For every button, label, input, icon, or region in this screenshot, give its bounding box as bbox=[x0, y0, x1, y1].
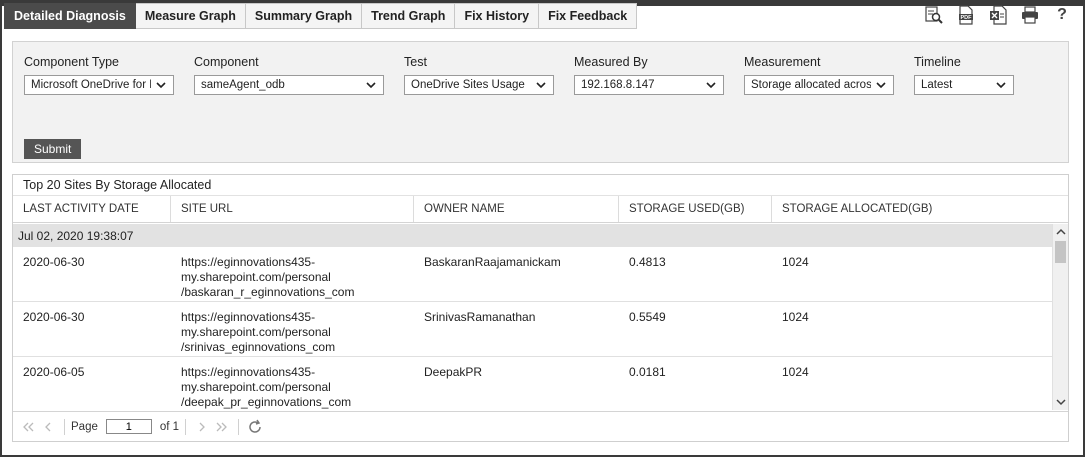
chevron-down-icon bbox=[706, 82, 716, 89]
page-count-label: of 1 bbox=[159, 420, 180, 433]
chevron-down-icon bbox=[536, 82, 546, 89]
cell-storage-allocated: 1024 bbox=[782, 255, 809, 269]
excel-export-icon[interactable] bbox=[987, 5, 1009, 25]
cell-storage-allocated: 1024 bbox=[782, 310, 809, 324]
cell-storage-used: 0.5549 bbox=[629, 310, 666, 324]
measurement-filter: Measurement Storage allocated acros bbox=[744, 54, 894, 95]
pager-separator bbox=[185, 418, 187, 435]
chevron-down-icon bbox=[996, 82, 1006, 89]
test-label: Test bbox=[404, 55, 427, 69]
table-row[interactable]: 2020-06-30 https://eginnovations435- my.… bbox=[13, 302, 1053, 357]
tab-detailed-diagnosis[interactable]: Detailed Diagnosis bbox=[4, 3, 136, 29]
help-icon[interactable]: ? bbox=[1051, 5, 1073, 25]
url-line: /deepak_pr_eginnovations_com bbox=[181, 395, 352, 409]
pagination-bar: Page of 1 bbox=[13, 411, 1068, 441]
timeline-select[interactable]: Latest bbox=[914, 75, 1014, 95]
measured-by-select[interactable]: 192.168.8.147 bbox=[574, 75, 724, 95]
component-filter: Component sameAgent_odb bbox=[194, 54, 384, 95]
table-row[interactable]: 2020-06-30 https://eginnovations435- my.… bbox=[13, 247, 1053, 302]
url-line: https://eginnovations435- bbox=[181, 365, 316, 379]
pdf-export-icon[interactable]: PDF bbox=[955, 5, 977, 25]
tab-measure-graph[interactable]: Measure Graph bbox=[135, 3, 246, 29]
table-row[interactable]: 2020-06-05 https://eginnovations435- my.… bbox=[13, 357, 1053, 410]
grid-body: Jul 02, 2020 19:38:07 2020-06-30 https:/… bbox=[13, 224, 1053, 410]
url-line: /baskaran_r_eginnovations_com bbox=[181, 285, 355, 299]
column-header-site-url[interactable]: SITE URL bbox=[171, 196, 414, 222]
cell-date: 2020-06-30 bbox=[23, 255, 85, 269]
submit-button[interactable]: Submit bbox=[24, 139, 82, 159]
cell-owner: DeepakPR bbox=[424, 365, 483, 379]
page-label: Page bbox=[71, 420, 98, 433]
zoom-report-icon[interactable] bbox=[923, 5, 945, 25]
url-line: https://eginnovations435- bbox=[181, 255, 316, 269]
grid-title: Top 20 Sites By Storage Allocated bbox=[13, 175, 1068, 196]
sites-grid: Top 20 Sites By Storage Allocated LAST A… bbox=[12, 174, 1069, 442]
cell-site-url: https://eginnovations435- my.sharepoint.… bbox=[171, 357, 414, 410]
test-select[interactable]: OneDrive Sites Usage bbox=[404, 75, 554, 95]
measured-by-label: Measured By bbox=[574, 55, 648, 69]
column-header-last-activity-date[interactable]: LAST ACTIVITY DATE bbox=[13, 196, 171, 222]
test-filter: Test OneDrive Sites Usage bbox=[404, 54, 554, 95]
column-header-storage-allocated[interactable]: STORAGE ALLOCATED(GB) bbox=[772, 196, 1052, 222]
cell-site-url: https://eginnovations435- my.sharepoint.… bbox=[171, 247, 414, 301]
filter-panel: Component Type Microsoft OneDrive for B … bbox=[12, 41, 1069, 163]
toolbar: PDF ? bbox=[923, 5, 1073, 25]
cell-date: 2020-06-05 bbox=[23, 365, 85, 379]
cell-storage-allocated: 1024 bbox=[782, 365, 809, 379]
next-page-icon[interactable] bbox=[192, 417, 212, 437]
cell-owner: SrinivasRamanathan bbox=[424, 310, 536, 324]
page-number-input[interactable] bbox=[105, 419, 152, 434]
previous-page-icon[interactable] bbox=[38, 417, 58, 437]
cell-site-url: https://eginnovations435- my.sharepoint.… bbox=[171, 302, 414, 356]
timeline-filter: Timeline Latest bbox=[914, 54, 1014, 95]
pager-separator bbox=[64, 418, 65, 435]
tab-fix-feedback[interactable]: Fix Feedback bbox=[539, 3, 638, 29]
tab-summary-graph[interactable]: Summary Graph bbox=[245, 3, 363, 29]
tab-trend-graph[interactable]: Trend Graph bbox=[362, 3, 456, 29]
cell-storage-used: 0.4813 bbox=[629, 255, 666, 269]
component-type-label: Component Type bbox=[24, 55, 119, 69]
measurement-select[interactable]: Storage allocated acros bbox=[744, 75, 894, 95]
svg-text:PDF: PDF bbox=[961, 15, 973, 21]
url-line: my.sharepoint.com/personal bbox=[181, 325, 331, 339]
timeline-label: Timeline bbox=[914, 55, 961, 69]
chevron-down-icon bbox=[156, 82, 166, 89]
component-type-select[interactable]: Microsoft OneDrive for B bbox=[24, 75, 174, 95]
url-line: my.sharepoint.com/personal bbox=[181, 380, 331, 394]
cell-owner: BaskaranRaajamanickam bbox=[424, 255, 561, 269]
chevron-down-icon bbox=[366, 82, 376, 89]
print-icon[interactable] bbox=[1019, 5, 1041, 25]
pager-separator bbox=[238, 418, 240, 435]
scroll-up-arrow-icon[interactable] bbox=[1053, 224, 1068, 240]
vertical-scrollbar[interactable] bbox=[1052, 224, 1068, 410]
url-line: my.sharepoint.com/personal bbox=[181, 270, 331, 284]
measured-by-filter: Measured By 192.168.8.147 bbox=[574, 54, 724, 95]
measurement-label: Measurement bbox=[744, 55, 821, 69]
refresh-icon[interactable] bbox=[245, 417, 265, 437]
cell-date: 2020-06-30 bbox=[23, 310, 85, 324]
tab-fix-history[interactable]: Fix History bbox=[455, 3, 540, 29]
column-header-owner-name[interactable]: OWNER NAME bbox=[414, 196, 619, 222]
cell-storage-used: 0.0181 bbox=[629, 365, 666, 379]
grid-header: LAST ACTIVITY DATE SITE URL OWNER NAME S… bbox=[13, 196, 1068, 223]
last-page-icon[interactable] bbox=[212, 417, 232, 437]
scroll-down-arrow-icon[interactable] bbox=[1053, 394, 1069, 410]
component-type-filter: Component Type Microsoft OneDrive for B bbox=[24, 54, 174, 95]
url-line: /srinivas_eginnovations_com bbox=[181, 340, 336, 354]
component-label: Component bbox=[194, 55, 259, 69]
group-row: Jul 02, 2020 19:38:07 bbox=[13, 224, 1053, 247]
first-page-icon[interactable] bbox=[18, 417, 38, 437]
tab-bar: Detailed Diagnosis Measure Graph Summary… bbox=[4, 3, 638, 29]
scrollbar-thumb[interactable] bbox=[1055, 241, 1066, 263]
column-header-storage-used[interactable]: STORAGE USED(GB) bbox=[619, 196, 772, 222]
url-line: https://eginnovations435- bbox=[181, 310, 316, 324]
chevron-down-icon bbox=[876, 82, 886, 89]
component-select[interactable]: sameAgent_odb bbox=[194, 75, 384, 95]
